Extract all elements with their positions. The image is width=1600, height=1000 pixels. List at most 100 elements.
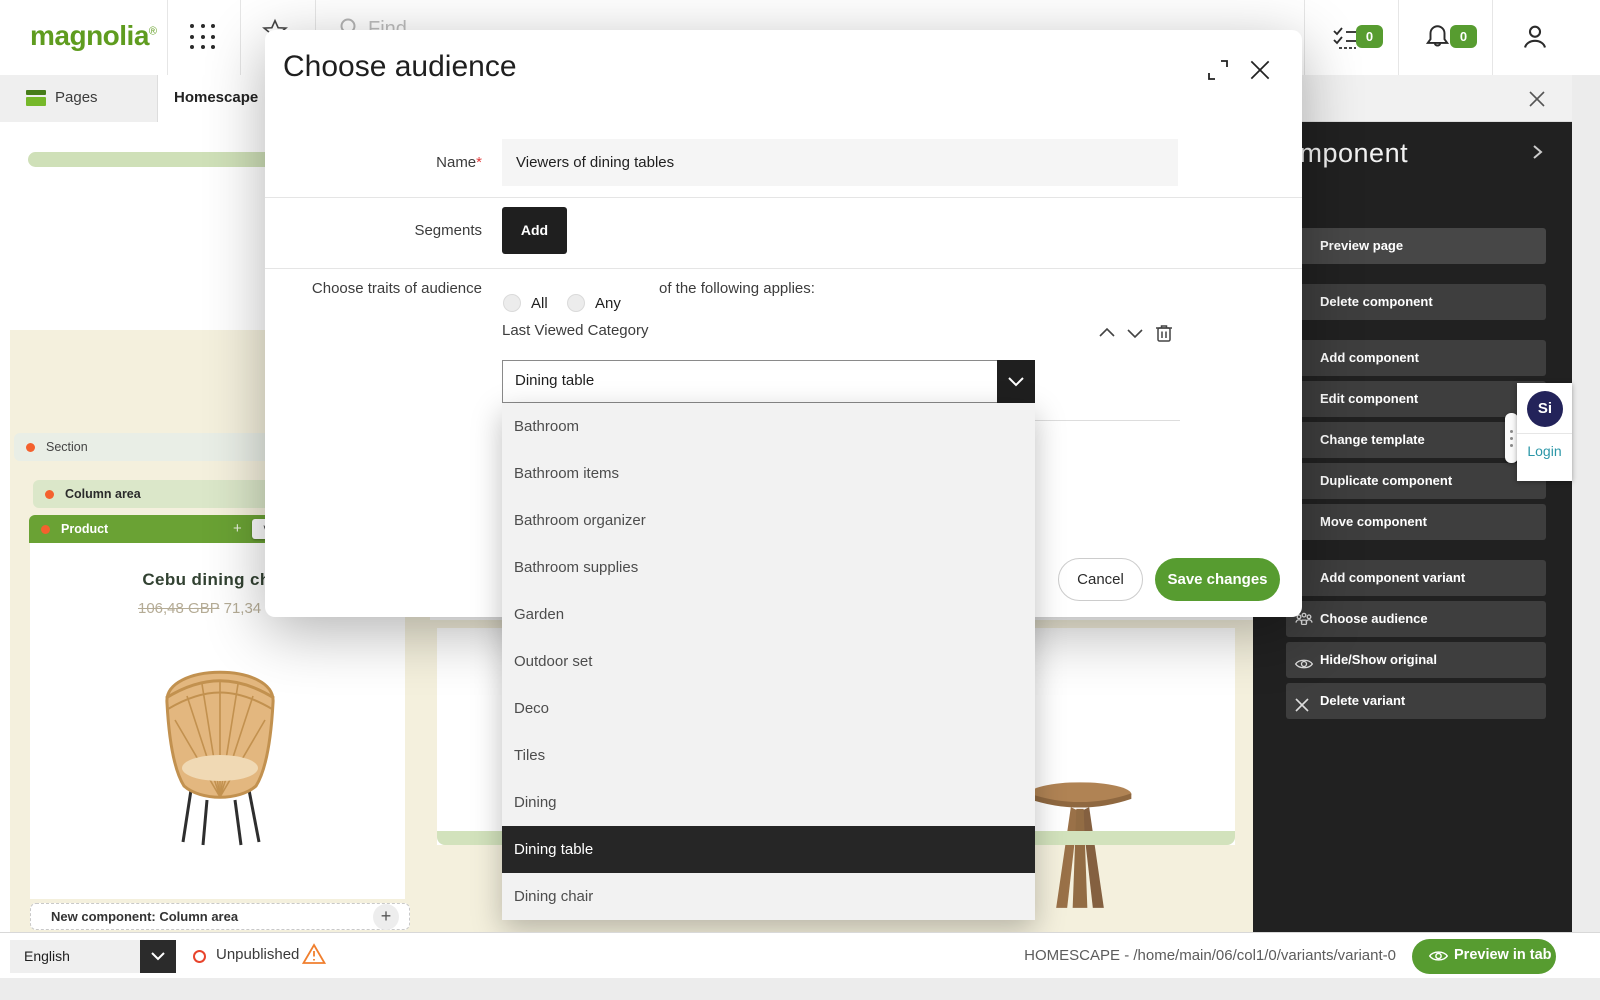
panel-item-label: Add component: [1320, 350, 1419, 365]
panel-item-delete-variant[interactable]: Delete variant: [1286, 683, 1546, 719]
page-edge-strip: [1572, 75, 1600, 1000]
divider: [167, 0, 168, 75]
eye-icon: [1428, 947, 1449, 965]
required-marker: *: [476, 154, 482, 171]
panel-menu: Preview page Delete component Add componen…: [1286, 228, 1546, 719]
dropdown-option[interactable]: Tiles: [502, 732, 1035, 779]
close-dialog-icon[interactable]: [1247, 57, 1273, 88]
dropdown-option[interactable]: Garden: [502, 591, 1035, 638]
cancel-button[interactable]: Cancel: [1058, 558, 1143, 601]
panel-item-label: Move component: [1320, 514, 1427, 529]
panel-item-move-component[interactable]: Move component: [1286, 504, 1546, 540]
panel-item-add-component-variant[interactable]: Add component variant: [1286, 560, 1546, 596]
panel-item-add-component[interactable]: Add component: [1286, 340, 1546, 376]
panel-item-edit-component[interactable]: Edit component: [1286, 381, 1546, 417]
dropdown-option[interactable]: Dining chair: [502, 873, 1035, 920]
divider: [265, 268, 1302, 269]
avatar[interactable]: Si: [1527, 391, 1563, 427]
dropdown-option[interactable]: Bathroom: [502, 403, 1035, 450]
notifications-badge: 0: [1450, 25, 1477, 48]
user-account-icon[interactable]: [1521, 23, 1549, 56]
applies-label: of the following applies:: [659, 280, 815, 297]
page-path: HOMESCAPE - /home/main/06/col1/0/variant…: [1000, 947, 1396, 964]
dropdown-option[interactable]: Bathroom supplies: [502, 544, 1035, 591]
operator-field-underline: [1035, 420, 1180, 421]
panel-menu-group: Preview page: [1286, 228, 1546, 264]
tab-homescape-label: Homescape: [174, 89, 258, 106]
delete-rule-trash-icon[interactable]: [1155, 323, 1173, 348]
chevron-down-icon[interactable]: [997, 360, 1035, 403]
rule-title: Last Viewed Category: [502, 322, 648, 339]
dropdown-option[interactable]: Deco: [502, 685, 1035, 732]
name-field-label: Name*: [265, 154, 482, 171]
column-area-label: Column area: [65, 487, 141, 501]
dialog-title: Choose audience: [283, 50, 517, 84]
tab-pages[interactable]: Pages: [0, 75, 158, 122]
publication-status: Unpublished: [216, 946, 299, 963]
tab-homescape[interactable]: Homescape: [158, 75, 266, 122]
divider: [1492, 0, 1493, 75]
radio-all[interactable]: [503, 294, 521, 312]
dropdown-option[interactable]: Bathroom organizer: [502, 497, 1035, 544]
move-rule-up-icon[interactable]: [1098, 326, 1116, 345]
language-select[interactable]: English: [10, 940, 140, 973]
tab-pages-label: Pages: [55, 89, 98, 106]
warning-triangle-icon: [302, 943, 326, 970]
panel-item-duplicate-component[interactable]: Duplicate component: [1286, 463, 1546, 499]
login-widget: Si Login: [1517, 383, 1572, 481]
name-input[interactable]: [502, 139, 1178, 186]
tasks-icon[interactable]: [1332, 25, 1358, 56]
save-changes-button[interactable]: Save changes: [1155, 558, 1280, 601]
chair-product-image: [145, 648, 295, 848]
panel-item-label: Duplicate component: [1320, 473, 1452, 488]
registered-mark: ®: [149, 26, 157, 38]
panel-menu-group: Add component variant Choose audience Hide…: [1286, 560, 1546, 719]
component-marker-dot: [41, 525, 50, 534]
divider: [1304, 0, 1305, 75]
radio-any-label: Any: [595, 295, 621, 312]
panel-item-label: Add component variant: [1320, 570, 1465, 585]
magnolia-logo: magnolia®: [30, 20, 157, 52]
product-label: Product: [61, 522, 108, 536]
login-link[interactable]: Login: [1517, 443, 1572, 459]
preview-in-tab-button[interactable]: Preview in tab: [1412, 939, 1556, 974]
panel-item-delete-component[interactable]: Delete component: [1286, 284, 1546, 320]
add-component-plus-icon[interactable]: +: [373, 904, 399, 930]
language-chevron-down-icon[interactable]: [140, 940, 176, 973]
pages-app-icon: [26, 90, 46, 106]
category-select[interactable]: Dining table: [502, 360, 1035, 403]
chevron-right-icon[interactable]: [1530, 145, 1544, 164]
expand-dialog-icon[interactable]: [1206, 58, 1230, 87]
dropdown-option[interactable]: Dining table: [502, 826, 1035, 873]
panel-item-hide-show-original[interactable]: Hide/Show original: [1286, 642, 1546, 678]
panel-item-label: Delete variant: [1320, 693, 1405, 708]
add-segment-button[interactable]: Add: [502, 207, 567, 254]
move-rule-down-icon[interactable]: [1126, 326, 1144, 345]
close-icon[interactable]: [1527, 89, 1547, 114]
dropdown-option[interactable]: Outdoor set: [502, 638, 1035, 685]
category-dropdown-list: BathroomBathroom itemsBathroom organizer…: [502, 403, 1035, 920]
dropdown-option[interactable]: Dining: [502, 779, 1035, 826]
panel-item-preview-page[interactable]: Preview page: [1286, 228, 1546, 264]
component-edit-icon[interactable]: +: [233, 520, 242, 537]
divider: [265, 197, 1302, 198]
dropdown-option[interactable]: Bathroom items: [502, 450, 1035, 497]
category-select-value: Dining table: [515, 372, 594, 389]
new-component-dropzone[interactable]: New component: Column area +: [30, 903, 410, 930]
divider: [1517, 433, 1572, 434]
table-product-image: [1025, 774, 1135, 919]
panel-item-choose-audience[interactable]: Choose audience: [1286, 601, 1546, 637]
panel-item-label: Edit component: [1320, 391, 1418, 406]
panel-item-label: Change template: [1320, 432, 1425, 447]
close-icon: [1294, 691, 1314, 711]
tasks-badge: 0: [1356, 25, 1383, 48]
divider: [240, 0, 241, 75]
panel-item-label: Delete component: [1320, 294, 1433, 309]
panel-item-label: Choose audience: [1320, 611, 1428, 626]
panel-item-label: Preview page: [1320, 238, 1403, 253]
new-component-label: New component: Column area: [51, 909, 238, 924]
radio-any[interactable]: [567, 294, 585, 312]
app-launcher-icon[interactable]: [190, 24, 218, 52]
notifications-bell-icon[interactable]: [1424, 23, 1451, 56]
component-marker-dot: [45, 490, 54, 499]
